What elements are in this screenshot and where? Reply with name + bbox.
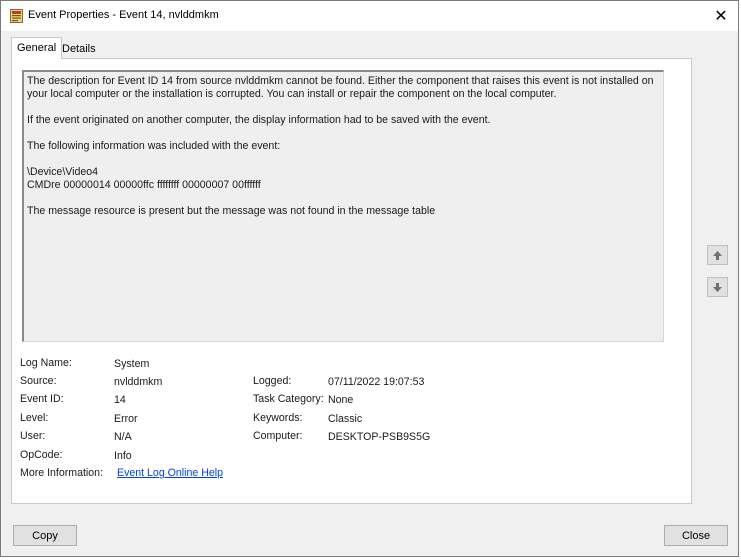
level-value: Error: [114, 413, 138, 425]
more-information-label: More Information:: [20, 467, 104, 479]
description-paragraph: If the event originated on another compu…: [27, 114, 491, 126]
copy-button[interactable]: Copy: [13, 525, 77, 546]
description-paragraph: The description for Event ID 14 from sou…: [27, 75, 654, 100]
log-name-label: Log Name:: [20, 357, 72, 369]
logged-value: 07/11/2022 19:07:53: [328, 376, 425, 388]
close-button[interactable]: Close: [664, 525, 728, 546]
event-viewer-icon: [10, 9, 23, 23]
arrow-down-icon: [713, 282, 722, 292]
event-log-online-help-link[interactable]: Event Log Online Help: [117, 467, 223, 479]
tab-details[interactable]: Details: [57, 40, 101, 59]
next-event-button[interactable]: [707, 277, 728, 297]
previous-event-button[interactable]: [707, 245, 728, 265]
computer-value: DESKTOP-PSB9S5G: [328, 431, 431, 443]
keywords-value: Classic: [328, 413, 363, 425]
log-name-value: System: [114, 358, 150, 370]
task-category-label: Task Category:: [253, 393, 324, 405]
event-id-label: Event ID:: [20, 393, 64, 405]
description-paragraph: The message resource is present but the …: [27, 205, 436, 217]
logged-label: Logged:: [253, 375, 292, 387]
description-paragraph: The following information was included w…: [27, 140, 281, 152]
computer-label: Computer:: [253, 430, 303, 442]
source-value: nvlddmkm: [114, 376, 163, 388]
close-icon: ✕: [714, 8, 728, 25]
keywords-label: Keywords:: [253, 412, 303, 424]
event-id-value: 14: [114, 394, 126, 406]
event-description-box[interactable]: The description for Event ID 14 from sou…: [22, 70, 664, 342]
task-category-value: None: [328, 394, 354, 406]
window-title: Event Properties - Event 14, nvlddmkm: [28, 9, 219, 21]
user-label: User:: [20, 430, 46, 442]
event-properties-window: Event Properties - Event 14, nvlddmkm ✕ …: [0, 0, 739, 557]
opcode-value: Info: [114, 450, 132, 462]
title-bar[interactable]: Event Properties - Event 14, nvlddmkm ✕: [1, 1, 738, 31]
tab-general[interactable]: General: [11, 37, 63, 59]
description-line: CMDre 00000014 00000ffc ffffffff 0000000…: [27, 179, 261, 191]
opcode-label: OpCode:: [20, 449, 63, 461]
description-line: \Device\Video4: [27, 166, 99, 178]
source-label: Source:: [20, 375, 57, 387]
user-value: N/A: [114, 431, 132, 443]
close-window-button[interactable]: ✕: [704, 1, 738, 31]
arrow-up-icon: [713, 250, 722, 260]
level-label: Level:: [20, 412, 49, 424]
